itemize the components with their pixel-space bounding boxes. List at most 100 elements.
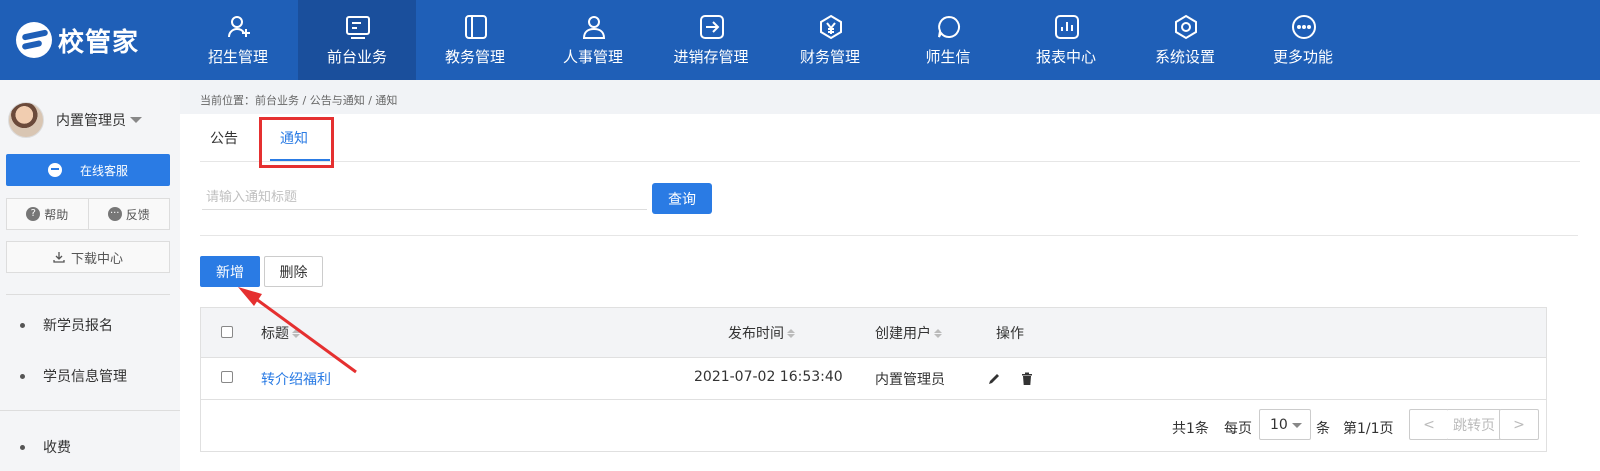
- sort-icon: [292, 328, 300, 338]
- help-label: 帮助: [44, 207, 69, 222]
- nav-item-more[interactable]: 更多功能: [1244, 0, 1362, 80]
- bullet-icon: [20, 444, 25, 450]
- column-header-publish-time[interactable]: 发布时间: [728, 323, 795, 343]
- sidebar-divider: [0, 410, 180, 411]
- breadcrumb: 当前位置：前台业务 / 公告与通知 / 通知: [200, 94, 398, 107]
- help-feedback-row: ? 帮助 ··· 反馈: [6, 198, 170, 230]
- online-service-button[interactable]: 在线客服: [6, 154, 170, 186]
- sort-icon: [934, 328, 942, 338]
- nav-label: 师生信: [925, 48, 971, 66]
- user-name: 内置管理员: [56, 113, 126, 129]
- nav-item-hr[interactable]: 人事管理: [534, 0, 652, 80]
- finance-yen-icon: [820, 14, 842, 40]
- nav-item-reports[interactable]: 报表中心: [1007, 0, 1125, 80]
- tab-announcement[interactable]: 公告: [210, 128, 238, 148]
- sidebar-item-student-info[interactable]: 学员信息管理: [20, 364, 127, 388]
- search-input[interactable]: [202, 184, 647, 210]
- jump-page-input[interactable]: 跳转页: [1448, 409, 1500, 440]
- user-add-icon: [228, 16, 250, 38]
- delete-button[interactable]: 删除: [264, 256, 323, 287]
- query-button[interactable]: 查询: [652, 183, 712, 214]
- nav-item-inventory[interactable]: 进销存管理: [652, 0, 770, 80]
- pagination: 共1条 每页 10 条 第1/1页 < 跳转页 >: [201, 400, 1546, 452]
- pagination-page: 第1/1页: [1343, 421, 1394, 437]
- inventory-icon: [700, 15, 724, 39]
- column-header-label: 创建用户: [875, 326, 931, 342]
- settings-hex-icon: [1175, 14, 1197, 40]
- feedback-button[interactable]: ··· 反馈: [87, 199, 170, 229]
- brand-logo[interactable]: 校管家: [16, 20, 139, 60]
- notice-table: 标题 发布时间 创建用户 操作 转介绍福利 2021-07-02 16:53:4…: [200, 307, 1547, 452]
- nav-label: 招生管理: [207, 48, 268, 66]
- online-service-label: 在线客服: [79, 163, 128, 178]
- column-header-creator[interactable]: 创建用户: [875, 323, 942, 343]
- pagination-unit: 条: [1316, 421, 1330, 437]
- column-header-label: 发布时间: [728, 326, 784, 342]
- nav-item-academic[interactable]: 教务管理: [416, 0, 534, 80]
- nav-item-finance[interactable]: 财务管理: [771, 0, 889, 80]
- table-row: 转介绍福利 2021-07-02 16:53:40 内置管理员: [201, 358, 1546, 400]
- pagination-total: 共1条: [1172, 421, 1209, 437]
- row-publish-time: 2021-07-02 16:53:40: [694, 369, 843, 385]
- prev-page-button[interactable]: <: [1409, 409, 1449, 440]
- sort-icon: [787, 328, 795, 338]
- row-title-link[interactable]: 转介绍福利: [261, 369, 331, 389]
- page-size-select[interactable]: 10: [1259, 409, 1311, 440]
- annotation-highlight-box: [259, 117, 334, 168]
- sidebar-divider: [6, 294, 170, 295]
- feedback-label: 反馈: [125, 207, 150, 222]
- next-page-button[interactable]: >: [1499, 409, 1539, 440]
- brand-name: 校管家: [58, 27, 140, 58]
- book-icon: [465, 15, 487, 39]
- nav-label: 人事管理: [562, 48, 623, 66]
- nav-label: 财务管理: [799, 48, 860, 66]
- sidebar-item-charges[interactable]: 收费: [20, 435, 71, 459]
- top-nav: 校管家 招生管理 前台业务 教务管理 人事管理 进销存管理 财务管理 师生信 报…: [0, 0, 1600, 80]
- nav-label: 教务管理: [444, 48, 505, 66]
- pagination-per-page-label: 每页: [1224, 421, 1252, 437]
- breadcrumb-bar: 当前位置：前台业务 / 公告与通知 / 通知: [180, 80, 1600, 114]
- column-header-actions: 操作: [996, 326, 1024, 342]
- sidebar: 内置管理员 在线客服 ? 帮助 ··· 反馈 下载中心 新学员报名 学员信息管理…: [0, 80, 180, 471]
- row-checkbox[interactable]: [221, 371, 233, 383]
- main-content: 当前位置：前台业务 / 公告与通知 / 通知 公告 通知 查询 新增 删除 标题…: [180, 80, 1600, 471]
- sidebar-item-new-student[interactable]: 新学员报名: [20, 313, 113, 337]
- help-icon: ?: [26, 207, 41, 221]
- nav-item-front-desk[interactable]: 前台业务: [298, 0, 416, 80]
- edit-icon[interactable]: [987, 372, 1001, 386]
- download-center-button[interactable]: 下载中心: [6, 241, 170, 273]
- more-dots-icon: [1292, 15, 1316, 39]
- trash-icon[interactable]: [1020, 372, 1034, 386]
- feedback-icon: ···: [107, 207, 122, 221]
- nav-item-settings[interactable]: 系统设置: [1126, 0, 1244, 80]
- help-button[interactable]: ? 帮助: [7, 199, 88, 229]
- sidebar-item-label: 新学员报名: [43, 318, 113, 334]
- user-menu[interactable]: 内置管理员: [8, 100, 142, 140]
- download-center-label: 下载中心: [70, 251, 123, 267]
- chevron-down-icon: [130, 117, 142, 123]
- chat-icon: [47, 163, 62, 177]
- add-button[interactable]: 新增: [200, 256, 260, 287]
- sidebar-item-label: 收费: [43, 440, 71, 456]
- tabs: 公告 通知: [200, 114, 1580, 162]
- divider: [200, 235, 1578, 236]
- nav-label: 报表中心: [1035, 48, 1096, 66]
- nav-item-enrollment[interactable]: 招生管理: [179, 0, 297, 80]
- download-icon: [53, 252, 65, 263]
- nav-label: 更多功能: [1272, 48, 1333, 66]
- nav-item-messages[interactable]: 师生信: [889, 0, 1007, 80]
- card-icon: [346, 16, 370, 39]
- avatar: [8, 102, 44, 138]
- column-header-label: 标题: [261, 326, 289, 342]
- column-header-title[interactable]: 标题: [261, 323, 300, 343]
- message-icon: [938, 15, 960, 38]
- chevron-down-icon: [1292, 423, 1302, 428]
- sidebar-item-label: 学员信息管理: [43, 369, 127, 385]
- logo-icon: [16, 22, 52, 58]
- bullet-icon: [20, 373, 25, 379]
- page-size-value: 10: [1270, 416, 1288, 433]
- nav-label: 前台业务: [326, 48, 387, 66]
- select-all-checkbox[interactable]: [221, 326, 233, 338]
- row-creator: 内置管理员: [875, 372, 945, 388]
- bullet-icon: [20, 322, 25, 328]
